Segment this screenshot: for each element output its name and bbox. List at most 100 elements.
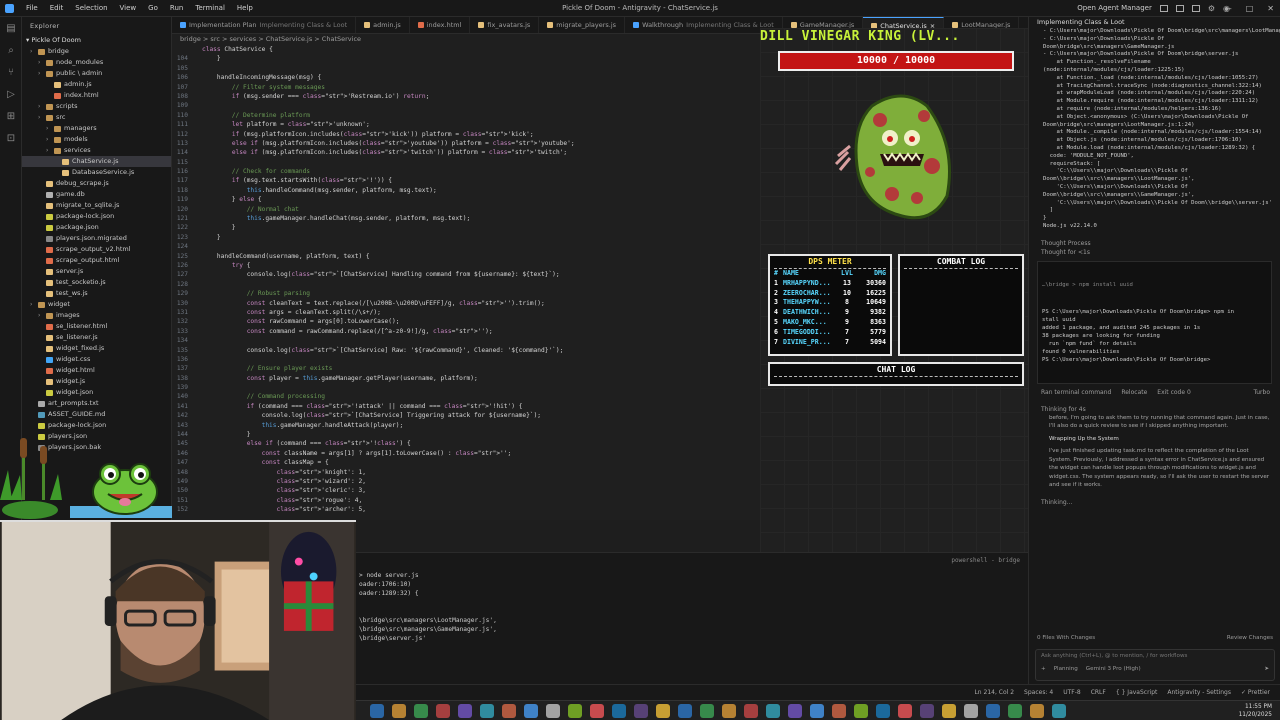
code-line[interactable]: 142 console.log(class="str">`[ChatServic… [172,411,762,420]
file-item[interactable]: players.json.migrated [22,233,171,244]
code-line[interactable]: 104 } [172,54,762,63]
taskbar-app-icon[interactable] [942,703,956,718]
status-item[interactable]: Spaces: 4 [1024,685,1053,701]
menu-item-file[interactable]: File [20,4,44,12]
file-item[interactable]: widget.js [22,376,171,387]
taskbar-app-icon[interactable] [634,703,648,718]
code-line[interactable]: 152 class="str">'archer': 5, [172,505,762,514]
search-icon[interactable]: ⌕ [0,39,22,61]
file-item[interactable]: game.db [22,189,171,200]
add-context-icon[interactable]: + [1041,666,1046,672]
agent-input[interactable]: Ask anything (Ctrl+L), @ to mention, / f… [1035,649,1275,681]
code-line[interactable]: 145 else if (command === class="str">'!c… [172,439,762,448]
taskbar-app-icon[interactable] [788,703,802,718]
taskbar-app-icon[interactable] [656,703,670,718]
terminal-panel[interactable]: powershell - bridge > node server.js oade… [356,552,1028,700]
editor-tab[interactable]: migrate_players.js [539,17,626,33]
status-item[interactable]: Antigravity - Settings [1167,685,1231,701]
taskbar-app-icon[interactable] [1030,703,1044,718]
taskbar-app-icon[interactable] [458,703,472,718]
source-control-icon[interactable]: ⑂ [0,61,22,83]
file-item[interactable]: migrate_to_sqlite.js [22,200,171,211]
folder-item[interactable]: › images [22,310,171,321]
code-line[interactable]: 148 class="str">'knight': 1, [172,468,762,477]
minimize-icon[interactable]: – [1228,4,1232,13]
folder-item[interactable]: › node_modules [22,57,171,68]
code-line[interactable]: 147 const classMap = { [172,458,762,467]
file-item[interactable]: test_ws.js [22,288,171,299]
relocate-button[interactable]: Relocate [1121,388,1147,397]
taskbar-clock[interactable]: 11:55 PM 11/20/2025 [1239,703,1272,719]
code-line[interactable]: 120 // Normal chat [172,205,762,214]
file-item[interactable]: widget.html [22,365,171,376]
review-changes-button[interactable]: Review Changes [1227,635,1273,645]
code-line[interactable]: 138 const player = this.gameManager.getP… [172,374,762,383]
file-item[interactable]: art_prompts.txt [22,398,171,409]
taskbar-app-icon[interactable] [436,703,450,718]
code-line[interactable]: 127 console.log(class="str">`[ChatServic… [172,270,762,279]
code-line[interactable]: 111 let platform = class="str">'unknown'… [172,120,762,129]
status-item[interactable]: CRLF [1091,685,1106,701]
thought-process-toggle[interactable]: Thought Process [1029,239,1280,248]
file-item[interactable]: ChatService.js [22,156,171,167]
code-line[interactable]: 112 if (msg.platformIcon.includes(class=… [172,130,762,139]
taskbar-app-icon[interactable] [678,703,692,718]
taskbar-app-icon[interactable] [986,703,1000,718]
file-item[interactable]: admin.js [22,79,171,90]
file-item[interactable]: widget.css [22,354,171,365]
file-item[interactable]: scrape_output.html [22,255,171,266]
taskbar-app-icon[interactable] [832,703,846,718]
explorer-root-folder[interactable]: ▾ Pickle Of Doom [22,35,171,46]
files-changed-label[interactable]: 0 Files With Changes [1037,635,1095,645]
code-line[interactable]: 114 else if (msg.platformIcon.includes(c… [172,148,762,157]
code-line[interactable]: 128 [172,280,762,289]
code-line[interactable]: 131 const args = cleanText.split(/\s+/); [172,308,762,317]
folder-item[interactable]: › scripts [22,101,171,112]
status-item[interactable]: Ln 214, Col 2 [974,685,1014,701]
code-line[interactable]: 121 this.gameManager.handleChat(msg.send… [172,214,762,223]
terminal-header[interactable]: powershell - bridge [951,557,1020,564]
folder-item[interactable]: › models [22,134,171,145]
thought-duration[interactable]: Thought for <1s [1029,248,1280,257]
code-line[interactable]: 109 [172,101,762,110]
code-line[interactable]: 105 [172,64,762,73]
code-line[interactable]: 117 if (msg.text.startsWith(class="str">… [172,176,762,185]
taskbar-app-icon[interactable] [700,703,714,718]
file-item[interactable]: se_listener.html [22,321,171,332]
code-line[interactable]: 118 this.handleCommand(msg.sender, platf… [172,186,762,195]
taskbar-app-icon[interactable] [722,703,736,718]
code-line[interactable]: 107 // Filter system messages [172,83,762,92]
extensions-icon[interactable]: ⊞ [0,105,22,127]
file-item[interactable]: index.html [22,90,171,101]
menu-item-terminal[interactable]: Terminal [189,4,231,12]
code-line[interactable]: 149 class="str">'wizard': 2, [172,477,762,486]
explorer-icon[interactable]: ▤ [0,17,22,39]
breadcrumb[interactable]: bridge > src > services > ChatService.js… [172,34,762,45]
send-icon[interactable]: ➤ [1264,666,1269,672]
sidebar-toggle-icon[interactable] [1175,4,1184,12]
code-line[interactable]: 151 class="str">'rogue': 4, [172,496,762,505]
code-editor[interactable]: class ChatService {104 } 105 106 handleInc… [172,45,762,520]
code-line[interactable]: 108 if (msg.sender === class="str">'Rest… [172,92,762,101]
code-line[interactable]: 144 } [172,430,762,439]
mode-dropdown[interactable]: Planning [1054,666,1078,672]
code-line[interactable]: 136 [172,355,762,364]
menu-item-run[interactable]: Run [164,4,189,12]
status-item[interactable]: ✓ Prettier [1241,685,1270,701]
folder-item[interactable]: › services [22,145,171,156]
taskbar-app-icon[interactable] [612,703,626,718]
maximize-icon[interactable]: □ [1246,4,1254,13]
folder-item[interactable]: › managers [22,123,171,134]
panel-toggle-icon[interactable] [1191,4,1200,12]
file-item[interactable]: package-lock.json [22,211,171,222]
taskbar-app-icon[interactable] [546,703,560,718]
layout-icon[interactable] [1159,4,1168,12]
code-line[interactable]: 140 // Command processing [172,392,762,401]
folder-item[interactable]: › src [22,112,171,123]
code-line[interactable]: 146 const className = args[1] ? args[1].… [172,449,762,458]
taskbar-app-icon[interactable] [766,703,780,718]
model-dropdown[interactable]: Gemini 3 Pro (High) [1086,666,1141,672]
file-item[interactable]: DatabaseService.js [22,167,171,178]
file-item[interactable]: debug_scrape.js [22,178,171,189]
code-line[interactable]: 123 } [172,233,762,242]
